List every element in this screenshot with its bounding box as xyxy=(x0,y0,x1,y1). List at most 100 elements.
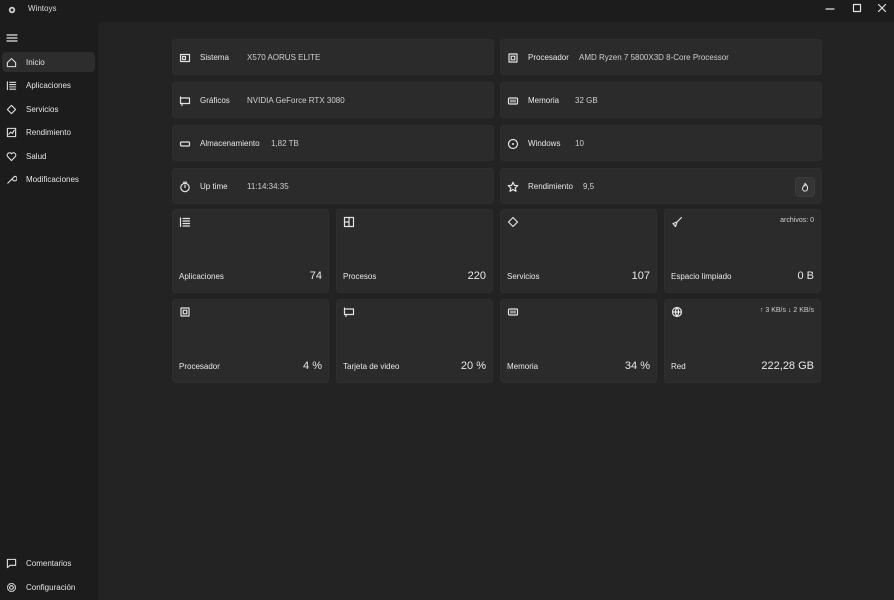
info-value: 1,82 TB xyxy=(271,139,299,148)
stat-card-servicios[interactable]: Servicios 107 xyxy=(500,209,657,293)
stopwatch-icon xyxy=(179,181,191,193)
sidebar-item-configuracion[interactable]: Configuración xyxy=(2,577,95,597)
broom-icon xyxy=(671,216,683,228)
stat-card-red[interactable]: ↑ 3 KB/s ↓ 2 KB/s Red 222,28 GB xyxy=(664,299,821,383)
stat-label: Memoria xyxy=(507,362,539,371)
stat-card-aplicaciones[interactable]: Aplicaciones 74 xyxy=(172,209,329,293)
network-speed-text: ↑ 3 KB/s ↓ 2 KB/s xyxy=(759,307,814,314)
stat-value: 222,28 GB xyxy=(761,360,814,372)
stat-value: 74 xyxy=(309,270,322,282)
settings-gear-icon xyxy=(6,582,17,593)
sidebar-item-label: Inicio xyxy=(26,57,45,67)
stat-label: Aplicaciones xyxy=(179,272,224,281)
sidebar-item-salud[interactable]: Salud xyxy=(2,146,95,166)
sidebar-item-rendimiento[interactable]: Rendimiento xyxy=(2,122,95,142)
sidebar: Inicio Aplicaciones Servicios Rendimient… xyxy=(0,22,98,600)
sidebar-item-label: Comentarios xyxy=(26,558,72,568)
storage-drive-icon xyxy=(179,138,191,150)
stat-value: 0 B xyxy=(797,270,814,282)
info-label: Rendimiento xyxy=(528,182,573,191)
sidebar-item-modificaciones[interactable]: Modificaciones xyxy=(2,169,95,189)
info-value: 11:14:34:35 xyxy=(247,182,289,191)
hamburger-icon[interactable] xyxy=(6,32,18,44)
info-label: Almacenamiento xyxy=(200,139,260,148)
star-icon xyxy=(507,181,519,193)
cpu-icon xyxy=(507,52,519,64)
sidebar-item-inicio[interactable]: Inicio xyxy=(2,52,95,72)
wrench-icon xyxy=(6,174,17,185)
info-card-graficos: Gráficos NVIDIA GeForce RTX 3080 xyxy=(172,82,494,118)
maximize-icon[interactable] xyxy=(843,0,871,16)
stat-label: Procesos xyxy=(343,272,377,281)
stat-card-procesos[interactable]: Procesos 220 xyxy=(336,209,493,293)
sidebar-item-aplicaciones[interactable]: Aplicaciones xyxy=(2,75,95,95)
sidebar-item-comentarios[interactable]: Comentarios xyxy=(2,553,95,573)
close-icon[interactable] xyxy=(868,0,894,16)
feedback-icon xyxy=(6,558,17,569)
title-bar: Wintoys xyxy=(0,0,894,22)
info-value: X570 AORUS ELITE xyxy=(247,53,321,62)
info-label: Windows xyxy=(528,139,561,148)
main-content: Sistema X570 AORUS ELITE Procesador AMD … xyxy=(98,22,894,600)
windows-logo-icon xyxy=(507,138,519,150)
info-label: Up time xyxy=(200,182,228,191)
info-label: Gráficos xyxy=(200,96,230,105)
home-icon xyxy=(6,57,17,68)
stat-label: Espacio limpiado xyxy=(671,272,732,281)
info-card-almacenamiento: Almacenamiento 1,82 TB xyxy=(172,125,494,161)
memory-icon xyxy=(507,95,519,107)
app-logo-icon xyxy=(6,4,18,16)
processes-icon xyxy=(343,216,355,228)
services-icon xyxy=(6,104,17,115)
apps-list-icon xyxy=(179,216,191,228)
stat-card-procesador[interactable]: Procesador 4 % xyxy=(172,299,329,383)
motherboard-icon xyxy=(179,52,191,64)
apps-list-icon xyxy=(6,80,17,91)
stat-value: 107 xyxy=(631,270,650,282)
sidebar-item-label: Rendimiento xyxy=(26,127,71,137)
info-value: AMD Ryzen 7 5800X3D 8-Core Processor xyxy=(579,53,729,62)
stat-card-espacio-limpiado[interactable]: archivos: 0 Espacio limpiado 0 B xyxy=(664,209,821,293)
stat-label: Procesador xyxy=(179,362,220,371)
sidebar-item-label: Modificaciones xyxy=(26,174,79,184)
sidebar-item-label: Aplicaciones xyxy=(26,80,71,90)
info-value: 9,5 xyxy=(583,182,595,191)
stat-label: Tarjeta de video xyxy=(343,362,400,371)
info-card-uptime: Up time 11:14:34:35 xyxy=(172,168,494,204)
benchmark-flame-icon xyxy=(800,182,810,192)
info-card-sistema: Sistema X570 AORUS ELITE xyxy=(172,39,494,75)
run-benchmark-button[interactable] xyxy=(795,177,815,197)
sidebar-item-label: Servicios xyxy=(26,104,59,114)
info-value: NVIDIA GeForce RTX 3080 xyxy=(247,96,345,105)
stat-value: 20 % xyxy=(460,360,486,372)
graphics-card-icon xyxy=(179,95,191,107)
health-heart-icon xyxy=(6,151,17,162)
sidebar-item-label: Salud xyxy=(26,151,47,161)
info-label: Sistema xyxy=(200,53,229,62)
window-title: Wintoys xyxy=(28,4,57,13)
sidebar-item-label: Configuración xyxy=(26,582,76,592)
info-card-procesador: Procesador AMD Ryzen 7 5800X3D 8-Core Pr… xyxy=(500,39,822,75)
stat-label: Servicios xyxy=(507,272,540,281)
info-card-rendimiento: Rendimiento 9,5 xyxy=(500,168,822,204)
info-value: 10 xyxy=(575,139,584,148)
graphics-card-icon xyxy=(343,306,355,318)
cpu-icon xyxy=(179,306,191,318)
stat-label: Red xyxy=(671,362,686,371)
globe-icon xyxy=(671,306,683,318)
info-card-windows: Windows 10 xyxy=(500,125,822,161)
performance-icon xyxy=(6,127,17,138)
files-count-text: archivos: 0 xyxy=(780,217,814,224)
info-label: Memoria xyxy=(528,96,560,105)
minimize-icon[interactable] xyxy=(816,0,844,16)
memory-icon xyxy=(507,306,519,318)
info-label: Procesador xyxy=(528,53,569,62)
stat-value: 34 % xyxy=(624,360,650,372)
info-value: 32 GB xyxy=(575,96,598,105)
stat-card-tarjeta-video[interactable]: Tarjeta de video 20 % xyxy=(336,299,493,383)
info-card-memoria: Memoria 32 GB xyxy=(500,82,822,118)
services-icon xyxy=(507,216,519,228)
stat-card-memoria[interactable]: Memoria 34 % xyxy=(500,299,657,383)
sidebar-item-servicios[interactable]: Servicios xyxy=(2,99,95,119)
stat-value: 220 xyxy=(467,270,486,282)
